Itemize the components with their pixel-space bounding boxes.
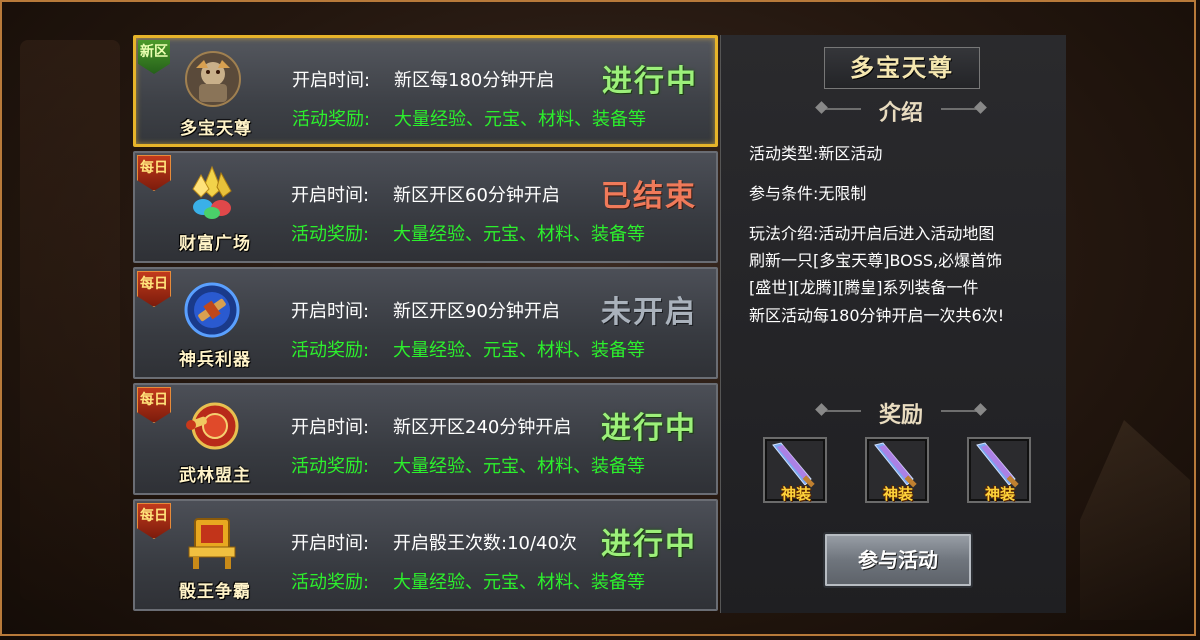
daily-badge: 每日 — [137, 271, 171, 307]
activity-row-duobao-tianzun[interactable]: 新区 多宝天尊 开启时间: 新区每180分钟开启 活动奖励: 大量经验、元宝、材… — [133, 35, 718, 147]
reward-label: 活动奖励: — [292, 109, 371, 130]
daily-badge: 每日 — [137, 387, 171, 423]
open-time-value: 新区每180分钟开启 — [394, 70, 555, 91]
reward-label: 活动奖励: — [291, 456, 370, 477]
gameplay-line-1: 玩法介绍:活动开启后进入活动地图 — [749, 224, 995, 243]
activity-list: 新区 多宝天尊 开启时间: 新区每180分钟开启 活动奖励: 大量经验、元宝、材… — [133, 35, 720, 613]
reward-value: 大量经验、元宝、材料、装备等 — [394, 109, 646, 130]
reward-tag: 神装 — [781, 485, 812, 503]
background-decoration-left — [20, 40, 120, 600]
intro-divider: 介绍 — [815, 99, 987, 126]
gameplay-line-4: 新区活动每180分钟开启一次共6次! — [749, 306, 1005, 325]
join-activity-button[interactable]: 参与活动 — [823, 532, 973, 588]
open-time-label: 开启时间: — [291, 301, 370, 322]
open-time-value: 新区开区240分钟开启 — [393, 417, 572, 438]
reward-items: 神装 神装 神装 — [763, 437, 1033, 507]
reward-label: 活动奖励: — [291, 224, 370, 245]
intro-header: 介绍 — [878, 101, 923, 126]
reward-label: 活动奖励: — [291, 340, 370, 361]
reward-divider: 奖励 — [815, 401, 987, 428]
detail-title: 多宝天尊 — [824, 47, 980, 89]
reward-label: 活动奖励: — [291, 572, 370, 593]
caifu-guangchang-icon — [181, 163, 243, 225]
activity-name: 多宝天尊 — [180, 119, 252, 139]
reward-value: 大量经验、元宝、材料、装备等 — [393, 340, 645, 361]
status-badge: 进行中 — [602, 64, 698, 99]
touwang-zhengba-icon — [181, 511, 243, 573]
open-time-value: 新区开区90分钟开启 — [393, 301, 560, 322]
daily-badge: 每日 — [137, 155, 171, 191]
open-time-value: 开启骰王次数:10/40次 — [393, 533, 577, 554]
activity-row-shenbing-liqi[interactable]: 每日 神兵利器 开启时间: 新区开区90分钟开启 活动奖励: 大量经验、元宝、材… — [133, 267, 718, 379]
status-badge: 进行中 — [601, 411, 697, 446]
new-server-badge: 新区 — [138, 40, 170, 74]
open-time-label: 开启时间: — [291, 185, 370, 206]
reward-header: 奖励 — [878, 403, 923, 428]
activity-row-wulin-mengzhu[interactable]: 每日 武林盟主 开启时间: 新区开区240分钟开启 活动奖励: 大量经验、元宝、… — [133, 383, 718, 495]
open-time-label: 开启时间: — [291, 417, 370, 438]
activity-detail-panel: 多宝天尊 介绍 活动类型:新区活动 参与条件:无限制 玩法介绍:活动开启后进入活… — [720, 35, 1066, 613]
activity-type-text: 活动类型:新区活动 — [749, 144, 883, 163]
duobao-tianzun-icon — [182, 48, 244, 110]
wulin-mengzhu-icon — [181, 395, 243, 457]
reward-slot[interactable]: 神装 — [967, 437, 1031, 503]
open-time-label: 开启时间: — [291, 533, 370, 554]
participation-condition-text: 参与条件:无限制 — [749, 184, 867, 203]
reward-value: 大量经验、元宝、材料、装备等 — [393, 224, 645, 245]
gameplay-line-3: [盛世][龙腾][腾皇]系列装备一件 — [749, 278, 979, 297]
reward-tag: 神装 — [985, 485, 1016, 503]
activity-name: 骰王争霸 — [179, 582, 251, 602]
activity-name: 武林盟主 — [179, 466, 251, 486]
activity-name: 财富广场 — [179, 234, 251, 254]
gameplay-line-2: 刷新一只[多宝天尊]BOSS,必爆首饰 — [749, 251, 1003, 270]
open-time-label: 开启时间: — [292, 70, 371, 91]
activity-row-touwang-zhengba[interactable]: 每日 骰王争霸 开启时间: 开启骰王次数:10/40次 活动奖励: 大量经验、元… — [133, 499, 718, 611]
status-badge: 进行中 — [601, 527, 697, 562]
shenbing-liqi-icon — [181, 279, 243, 341]
reward-slot[interactable]: 神装 — [763, 437, 827, 503]
reward-slot[interactable]: 神装 — [865, 437, 929, 503]
open-time-value: 新区开区60分钟开启 — [393, 185, 560, 206]
daily-badge: 每日 — [137, 503, 171, 539]
reward-tag: 神装 — [883, 485, 914, 503]
status-badge: 已结束 — [601, 179, 697, 214]
reward-value: 大量经验、元宝、材料、装备等 — [393, 456, 645, 477]
status-badge: 未开启 — [601, 295, 697, 330]
activity-row-caifu-guangchang[interactable]: 每日 财富广场 开启时间: 新区开区60分钟开启 活动奖励: 大量经验、元宝、材… — [133, 151, 718, 263]
reward-value: 大量经验、元宝、材料、装备等 — [393, 572, 645, 593]
activity-name: 神兵利器 — [179, 350, 251, 370]
